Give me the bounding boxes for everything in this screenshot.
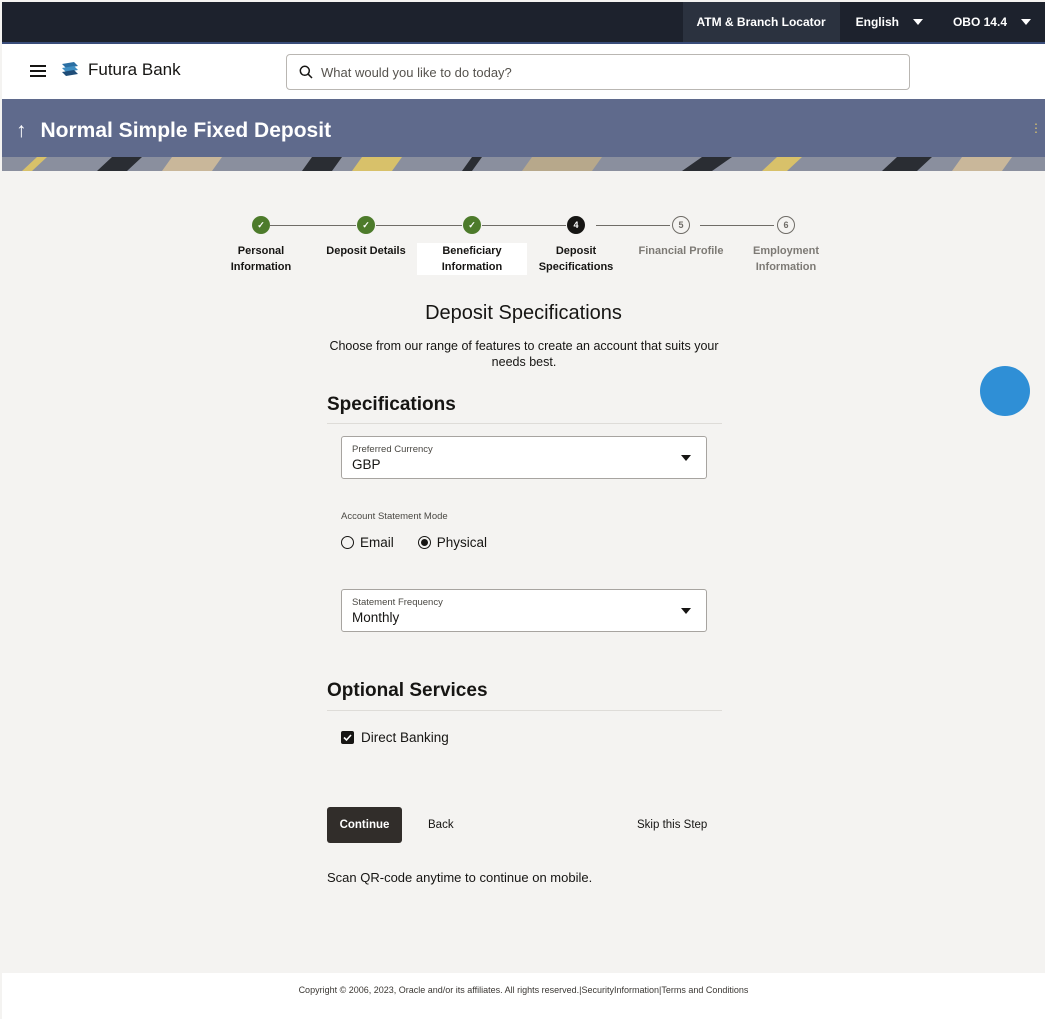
- back-button[interactable]: Back: [428, 807, 454, 843]
- step-label: Deposit Details: [326, 245, 406, 257]
- step-employment-information: 6 Employment Information: [731, 212, 841, 275]
- skip-step-button[interactable]: Skip this Step: [637, 807, 707, 843]
- step-number: 6: [777, 216, 795, 234]
- preferred-currency-select[interactable]: Preferred Currency GBP: [341, 436, 707, 479]
- section-subheading: Choose from our range of features to cre…: [329, 339, 719, 369]
- step-label: Deposit Specifications: [538, 245, 614, 273]
- check-icon: ✓: [463, 216, 481, 234]
- field-label: Preferred Currency: [352, 444, 433, 455]
- chevron-down-icon: [912, 19, 923, 25]
- atm-branch-locator-link[interactable]: ATM & Branch Locator: [682, 2, 840, 42]
- section-heading: Deposit Specifications: [425, 302, 622, 324]
- specifications-title: Specifications: [327, 394, 456, 415]
- brand-name: Futura Bank: [88, 60, 181, 79]
- chevron-down-icon: [681, 608, 691, 614]
- check-icon: ✓: [252, 216, 270, 234]
- radio-physical[interactable]: Physical: [417, 535, 488, 550]
- chevron-down-icon: [1021, 19, 1031, 25]
- step-deposit-details[interactable]: ✓ Deposit Details: [311, 212, 421, 259]
- statement-mode-label: Account Statement Mode: [341, 511, 448, 522]
- search-icon: [299, 65, 313, 79]
- step-label: Financial Profile: [638, 245, 724, 257]
- top-bar: ATM & Branch Locator English OBO 14.4: [2, 2, 1045, 44]
- radio-checked-icon: [417, 536, 431, 549]
- app-frame: ATM & Branch Locator English OBO 14.4 Fu…: [2, 2, 1045, 1019]
- field-value: Monthly: [352, 610, 400, 625]
- checkbox-label: Direct Banking: [361, 730, 449, 745]
- divider: [327, 710, 722, 711]
- step-number: 4: [567, 216, 585, 234]
- header: Futura Bank: [2, 44, 1045, 99]
- optional-services-title: Optional Services: [327, 680, 488, 701]
- statement-mode-radio-group: Email Physical: [341, 535, 487, 550]
- radio-email[interactable]: Email: [341, 535, 394, 550]
- step-number: 5: [672, 216, 690, 234]
- radio-label: Physical: [436, 535, 488, 550]
- floating-help-button[interactable]: [980, 366, 1030, 416]
- checkbox-checked-icon: [341, 731, 354, 744]
- version-dropdown[interactable]: OBO 14.4: [937, 2, 1045, 42]
- check-icon: ✓: [357, 216, 375, 234]
- radio-unchecked-icon: [341, 536, 354, 549]
- more-options-icon[interactable]: ⋮: [1030, 121, 1042, 135]
- step-financial-profile: 5 Financial Profile: [626, 212, 736, 259]
- field-value: GBP: [352, 457, 381, 472]
- statement-frequency-select[interactable]: Statement Frequency Monthly: [341, 589, 707, 632]
- step-label: Employment Information: [752, 245, 819, 273]
- step-label: Beneficiary Information: [417, 243, 527, 275]
- search-bar[interactable]: [286, 54, 910, 90]
- progress-stepper: ✓ Personal Information ✓ Deposit Details…: [2, 212, 1045, 292]
- version-label: OBO 14.4: [952, 15, 1007, 29]
- step-label: Personal Information: [230, 245, 292, 273]
- page-title: ↑ Normal Simple Fixed Deposit: [16, 119, 331, 143]
- language-dropdown[interactable]: English: [840, 2, 937, 42]
- language-label: English: [855, 15, 899, 29]
- qr-code-hint: Scan QR-code anytime to continue on mobi…: [327, 870, 593, 885]
- search-input[interactable]: [321, 64, 881, 80]
- brand-logo[interactable]: Futura Bank: [60, 60, 181, 80]
- radio-label: Email: [360, 535, 394, 550]
- step-deposit-specifications[interactable]: 4 Deposit Specifications: [521, 212, 631, 275]
- continue-button[interactable]: Continue: [327, 807, 402, 843]
- step-beneficiary-information[interactable]: ✓ Beneficiary Information: [417, 212, 527, 275]
- page-banner: ↑ Normal Simple Fixed Deposit ⋮: [2, 99, 1045, 171]
- chevron-down-icon: [681, 455, 691, 461]
- divider: [327, 423, 722, 424]
- bank-logo-icon: [62, 62, 78, 76]
- page-title-text: Normal Simple Fixed Deposit: [40, 119, 332, 142]
- field-label: Statement Frequency: [352, 597, 443, 608]
- footer: Copyright © 2006, 2023, Oracle and/or it…: [2, 973, 1045, 1019]
- banner-pattern: [2, 157, 1045, 171]
- hamburger-menu-icon[interactable]: [30, 65, 46, 77]
- direct-banking-checkbox[interactable]: Direct Banking: [341, 730, 449, 745]
- step-personal-information[interactable]: ✓ Personal Information: [206, 212, 316, 275]
- back-arrow-icon[interactable]: ↑: [16, 119, 27, 143]
